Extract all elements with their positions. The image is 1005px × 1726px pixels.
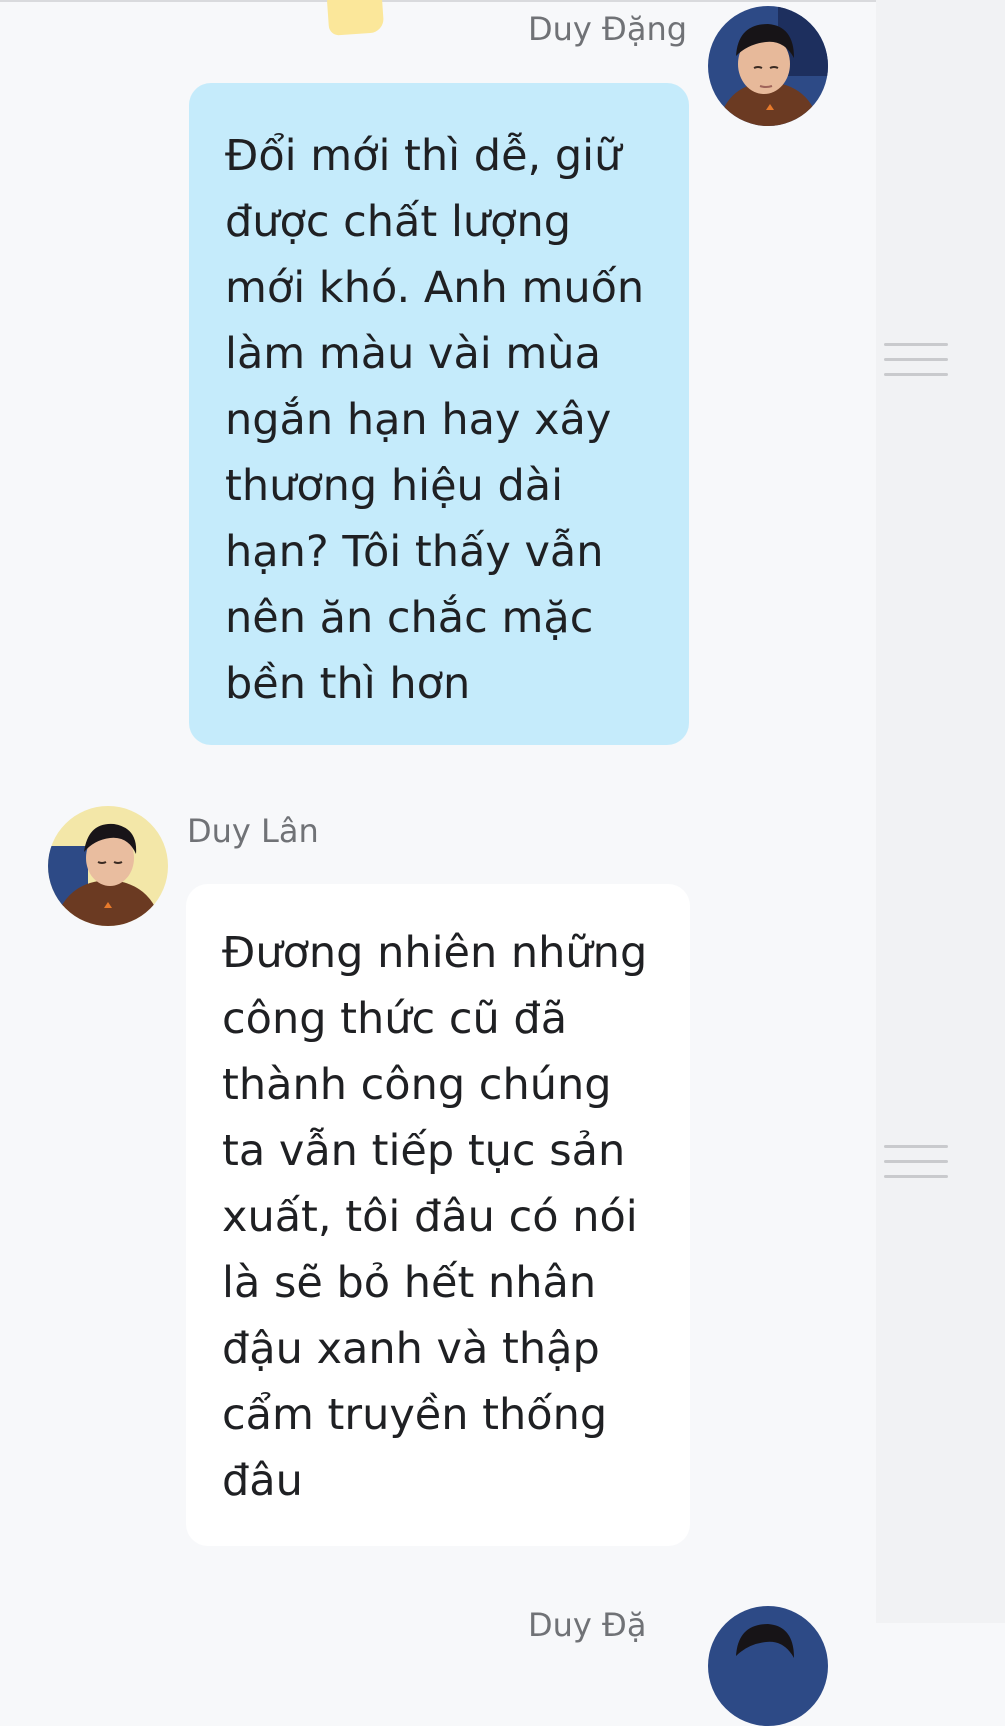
side-rail <box>876 0 1005 1623</box>
message-bubble-outgoing[interactable]: Đổi mới thì dễ, giữ được chất lượng mới … <box>189 83 689 745</box>
message-text-line: hạn? Tôi thấy vẫn <box>225 527 604 577</box>
drag-handle-icon[interactable] <box>884 1145 948 1179</box>
message-text-line: cẩm truyền thống <box>222 1390 608 1440</box>
sender-name: Duy Đặ <box>528 1606 647 1644</box>
chat-thread[interactable]: Duy Đặng Đổi mới thì dễ, giữ được chất l… <box>0 0 1005 1726</box>
message-text-line: thành công chúng <box>222 1060 612 1110</box>
message-text-line: Đổi mới thì dễ, giữ <box>225 131 622 181</box>
top-divider <box>0 0 1005 2</box>
message-text-line: là sẽ bỏ hết nhân <box>222 1258 597 1308</box>
message-text-line: được chất lượng <box>225 197 571 247</box>
message-text-line: công thức cũ đã <box>222 994 568 1044</box>
message-text-line: thương hiệu dài <box>225 461 564 511</box>
message-text-line: xuất, tôi đâu có nói <box>222 1192 638 1242</box>
message-text-line: bền thì hơn <box>225 659 471 709</box>
avatar[interactable] <box>708 6 828 126</box>
avatar-photo <box>48 806 168 926</box>
avatar[interactable] <box>48 806 168 926</box>
message-text-line: mới khó. Anh muốn <box>225 263 645 313</box>
message-text-line: đâu <box>222 1456 303 1506</box>
avatar-photo <box>708 1606 828 1726</box>
message-text-line: đậu xanh và thập <box>222 1324 600 1374</box>
sticker-image[interactable] <box>326 0 385 36</box>
sender-name: Duy Lân <box>187 812 319 850</box>
message-bubble-incoming[interactable]: Đương nhiên những công thức cũ đã thành … <box>186 884 690 1546</box>
message-text-line: Đương nhiên những <box>222 928 648 978</box>
avatar-photo <box>708 6 828 126</box>
sender-name: Duy Đặng <box>528 10 688 48</box>
message-text-line: nên ăn chắc mặc <box>225 593 594 643</box>
drag-handle-icon[interactable] <box>884 343 948 377</box>
message-text-line: làm màu vài mùa <box>225 329 601 379</box>
message-text-line: ta vẫn tiếp tục sản <box>222 1126 626 1176</box>
avatar[interactable] <box>708 1606 828 1726</box>
message-text-line: ngắn hạn hay xây <box>225 395 612 445</box>
